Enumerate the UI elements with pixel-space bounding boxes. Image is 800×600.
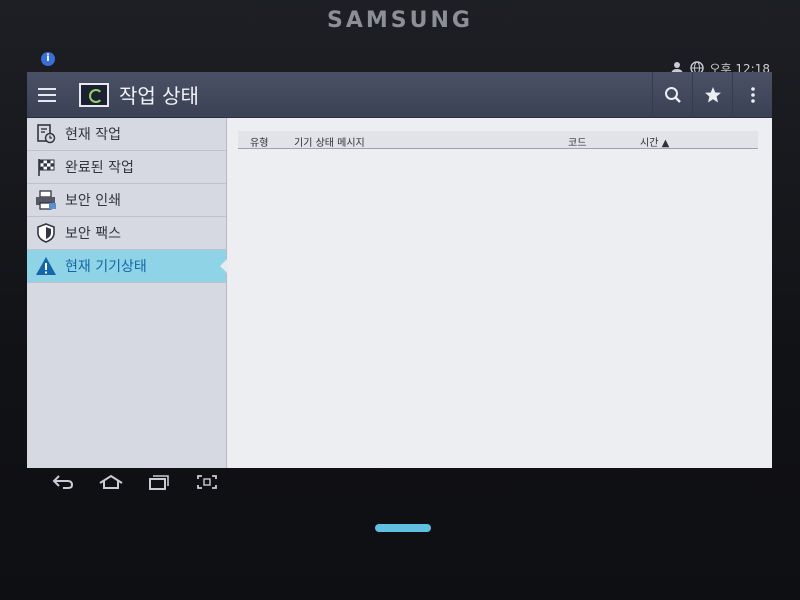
column-header-code[interactable]: 코드	[568, 134, 586, 149]
sidebar-item-current-jobs[interactable]: 현재 작업	[27, 118, 226, 151]
shield-icon	[35, 222, 57, 244]
app-bar: 작업 상태	[27, 72, 772, 118]
home-icon	[99, 474, 123, 489]
sidebar-item-secure-fax[interactable]: 보안 팩스	[27, 217, 226, 250]
favorite-button[interactable]	[692, 72, 732, 118]
column-header-message[interactable]: 기기 상태 메시지	[294, 134, 365, 149]
sidebar-item-label: 현재 작업	[65, 127, 121, 143]
checkered-flag-icon	[35, 156, 57, 178]
sidebar-item-completed-jobs[interactable]: 완료된 작업	[27, 151, 226, 184]
device-brand: SAMSUNG	[327, 8, 473, 33]
menu-button[interactable]	[27, 72, 67, 118]
recent-apps-icon	[149, 475, 169, 490]
back-button[interactable]	[49, 472, 77, 492]
home-button[interactable]	[97, 472, 125, 492]
sidebar-item-label: 보안 팩스	[65, 226, 121, 242]
device-status-table: 유형 기기 상태 메시지 코드 시간 ▲	[228, 118, 772, 468]
sidebar-item-label: 보안 인쇄	[65, 193, 121, 209]
sidebar-item-label: 현재 기기상태	[65, 259, 147, 275]
search-icon	[664, 86, 681, 103]
star-icon	[704, 86, 721, 102]
notification-info-icon[interactable]: i	[41, 52, 55, 66]
warning-icon	[35, 255, 57, 277]
screenshot-button[interactable]	[193, 472, 221, 492]
overflow-menu-icon	[750, 86, 755, 103]
app-screen: 작업 상태 현재 작업 완료된 작업 보안 인쇄 보안 팩스 현재 기기상태 유…	[27, 72, 772, 468]
sidebar-item-secure-print[interactable]: 보안 인쇄	[27, 184, 226, 217]
search-button[interactable]	[652, 72, 692, 118]
page-title: 작업 상태	[119, 84, 199, 108]
sidebar-item-label: 완료된 작업	[65, 160, 134, 176]
hamburger-icon	[38, 87, 56, 102]
sidebar: 현재 작업 완료된 작업 보안 인쇄 보안 팩스 현재 기기상태	[27, 118, 227, 468]
sidebar-item-device-status[interactable]: 현재 기기상태	[27, 250, 227, 283]
document-clock-icon	[35, 123, 57, 145]
overflow-menu-button[interactable]	[732, 72, 772, 118]
hardware-home-key[interactable]	[375, 524, 431, 532]
screenshot-icon	[197, 475, 217, 489]
recent-apps-button[interactable]	[145, 472, 173, 492]
printer-icon	[35, 189, 57, 211]
column-header-type[interactable]: 유형	[250, 134, 268, 149]
column-header-time[interactable]: 시간 ▲	[640, 134, 669, 149]
system-navigation-bar	[27, 468, 772, 496]
table-header: 유형 기기 상태 메시지 코드 시간 ▲	[238, 131, 758, 149]
back-icon	[52, 475, 74, 489]
job-status-app-icon	[79, 82, 109, 107]
